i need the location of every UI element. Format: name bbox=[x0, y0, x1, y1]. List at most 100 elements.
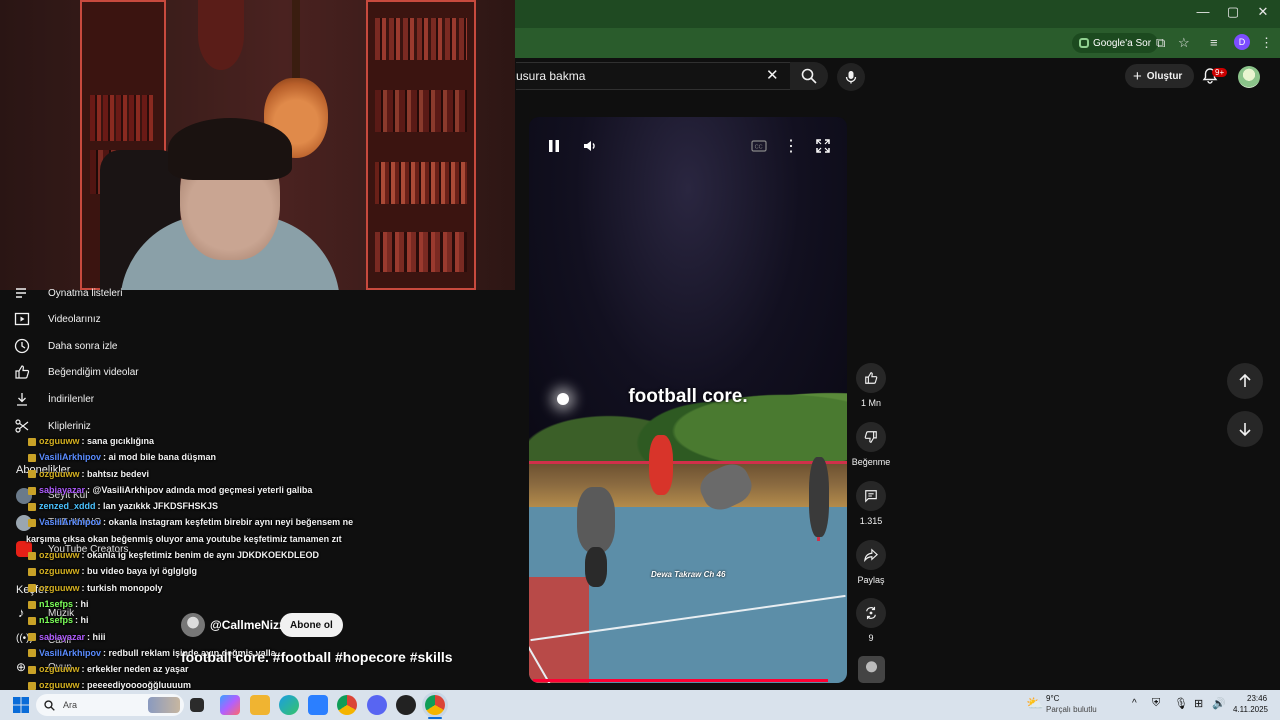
chat-username[interactable]: ozguuww bbox=[39, 566, 80, 576]
channel-name[interactable]: @CallmeNizz bbox=[210, 618, 285, 632]
share-button[interactable] bbox=[856, 540, 886, 570]
account-avatar[interactable] bbox=[1238, 66, 1260, 88]
shorts-player[interactable]: football core. Dewa Takraw Ch 46 CC ⋮ bbox=[529, 117, 847, 683]
chat-username[interactable]: ozguuww bbox=[39, 550, 80, 560]
guitar-neck bbox=[292, 0, 300, 90]
music-note-icon: ♪ bbox=[18, 605, 25, 620]
mic-tray-icon[interactable]: 🎙 bbox=[1174, 697, 1188, 710]
subscribe-button[interactable]: Abone ol bbox=[280, 613, 343, 637]
player-number-4 bbox=[577, 487, 615, 553]
playlist-icon bbox=[16, 288, 26, 298]
sidebar-item-label: Videolarınız bbox=[48, 313, 101, 325]
chat-username[interactable]: n1sefps bbox=[39, 599, 73, 609]
chat-text: : peeeediyooooğğluuuum bbox=[81, 680, 192, 691]
sidebar-item-watch-later[interactable]: Daha sonra izle bbox=[14, 335, 117, 357]
dislike-button[interactable] bbox=[856, 422, 886, 452]
video-progress-bar[interactable] bbox=[533, 679, 828, 682]
chat-text: : hi bbox=[75, 615, 89, 626]
store-icon[interactable] bbox=[308, 695, 328, 715]
like-button[interactable] bbox=[856, 363, 886, 393]
discord-icon[interactable] bbox=[367, 695, 387, 715]
browser-profile-avatar[interactable]: D bbox=[1234, 34, 1250, 50]
sidebar-item-clips[interactable]: Klipleriniz bbox=[14, 415, 91, 437]
task-view-icon[interactable] bbox=[190, 698, 204, 712]
chat-message: ozguuww: bahtsız bedevi bbox=[28, 469, 358, 485]
chat-username[interactable]: ozguuww bbox=[39, 436, 80, 446]
chat-username[interactable]: VasiliArkhipov bbox=[39, 452, 101, 462]
search-input[interactable]: usura bakma bbox=[516, 62, 792, 90]
chat-text: : hiii bbox=[87, 631, 106, 642]
svg-text:CC: CC bbox=[755, 145, 763, 151]
clear-search-icon[interactable]: ✕ bbox=[766, 66, 779, 84]
reading-list-icon[interactable]: ≡ bbox=[1210, 35, 1218, 50]
remix-button[interactable] bbox=[856, 598, 886, 628]
screen: — ▢ ✕ Google'a Sor ⧉ ☆ ≡ D ⋮ usura bakma… bbox=[0, 0, 1280, 720]
chat-username[interactable]: sabiayazar bbox=[39, 485, 85, 495]
chat-username[interactable]: ozguuww bbox=[39, 469, 80, 479]
search-icon bbox=[801, 68, 817, 84]
chat-text: : lan yazıkkk JFKDSFHSKJS bbox=[97, 501, 219, 512]
chat-badge-icon bbox=[28, 551, 36, 560]
chrome-icon[interactable] bbox=[337, 695, 357, 715]
chat-username[interactable]: ozguuww bbox=[39, 583, 80, 593]
close-window-button[interactable]: ✕ bbox=[1248, 4, 1278, 20]
windows-start-icon[interactable] bbox=[13, 697, 29, 713]
chat-username[interactable]: zenzed_xddd bbox=[39, 501, 96, 511]
browser-menu-icon[interactable]: ⋮ bbox=[1260, 35, 1273, 51]
chat-username[interactable]: ozguuww bbox=[39, 664, 80, 674]
pause-button[interactable] bbox=[541, 133, 567, 159]
next-short-button[interactable] bbox=[1227, 411, 1263, 447]
chat-badge-icon bbox=[28, 649, 36, 658]
captions-button[interactable]: CC bbox=[746, 133, 772, 159]
audio-track-thumbnail[interactable] bbox=[858, 656, 885, 683]
install-app-icon[interactable]: ⧉ bbox=[1156, 35, 1165, 51]
volume-icon bbox=[584, 141, 595, 151]
create-label: Oluştur bbox=[1146, 70, 1183, 82]
chat-message: ozguuww: okanla ig keşfetimiz benim de a… bbox=[28, 550, 358, 566]
chat-username[interactable]: n1sefps bbox=[39, 615, 73, 625]
chat-username[interactable]: VasiliArkhipov bbox=[39, 648, 101, 658]
sidebar-item-downloads[interactable]: İndirilenler bbox=[14, 388, 94, 410]
chat-text: : sana gıcıklığına bbox=[81, 436, 155, 446]
sidebar-item-liked-videos[interactable]: Beğendiğim videolar bbox=[14, 361, 139, 383]
sidebar-item-your-videos[interactable]: Videolarınız bbox=[14, 308, 101, 330]
create-button[interactable]: + Oluştur bbox=[1125, 64, 1195, 88]
edge-icon[interactable] bbox=[279, 695, 299, 715]
bookmark-star-icon[interactable]: ☆ bbox=[1178, 35, 1190, 51]
google-ask-button[interactable]: Google'a Sor bbox=[1072, 33, 1159, 53]
voice-search-button[interactable] bbox=[837, 63, 865, 91]
minimize-button[interactable]: — bbox=[1188, 4, 1218, 19]
volume-button[interactable] bbox=[577, 133, 603, 159]
chat-badge-icon bbox=[28, 470, 36, 479]
pause-icon bbox=[549, 140, 559, 152]
fullscreen-icon bbox=[816, 139, 830, 153]
chat-username[interactable]: ozguuww bbox=[39, 680, 80, 690]
taskbar-search-box[interactable]: Ara bbox=[36, 694, 184, 716]
chat-message: ozguuww: sana gıcıklığına bbox=[28, 436, 358, 452]
comments-button[interactable] bbox=[856, 481, 886, 511]
network-tray-icon[interactable]: ⊞ bbox=[1194, 697, 1203, 710]
search-button[interactable] bbox=[790, 62, 828, 90]
player-number-4-shorts bbox=[585, 547, 607, 587]
copilot-icon[interactable] bbox=[220, 695, 240, 715]
fullscreen-button[interactable] bbox=[810, 133, 836, 159]
previous-short-button[interactable] bbox=[1227, 363, 1263, 399]
clock-date[interactable]: 4.11.2025 bbox=[1233, 705, 1268, 714]
more-options-icon[interactable]: ⋮ bbox=[778, 133, 804, 159]
channel-avatar[interactable] bbox=[181, 613, 205, 637]
chat-username[interactable]: sabiayazar bbox=[39, 632, 85, 642]
file-explorer-icon[interactable] bbox=[250, 695, 270, 715]
maximize-button[interactable]: ▢ bbox=[1218, 4, 1248, 20]
your-videos-icon bbox=[14, 312, 30, 326]
clock-time[interactable]: 23:46 bbox=[1247, 694, 1267, 703]
chat-message: karşıma çıksa okan beğenmiş oluyor ama y… bbox=[26, 534, 358, 550]
obs-icon[interactable] bbox=[396, 695, 416, 715]
security-tray-icon[interactable]: ⛨ bbox=[1152, 697, 1160, 710]
volume-tray-icon[interactable]: 🔊 bbox=[1212, 697, 1226, 710]
video-caption: football core. bbox=[628, 386, 748, 407]
sidebar-item-playlists[interactable]: Oynatma listeleri bbox=[14, 282, 122, 304]
chrome-profile-icon[interactable] bbox=[425, 695, 445, 715]
chat-username[interactable]: VasiliArkhipov bbox=[39, 517, 101, 527]
sidebar-item-label: Beğendiğim videolar bbox=[48, 366, 139, 378]
tray-overflow-icon[interactable]: ^ bbox=[1132, 698, 1137, 709]
